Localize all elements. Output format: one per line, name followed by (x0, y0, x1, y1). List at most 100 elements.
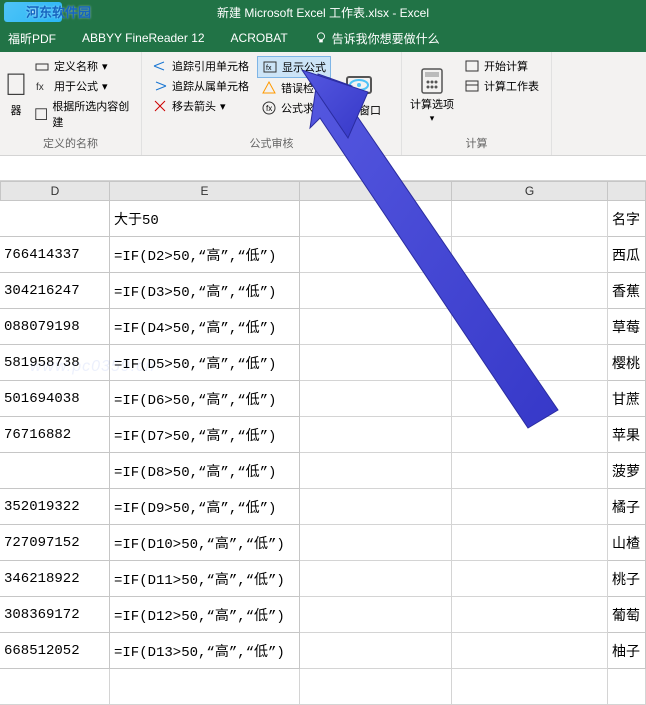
cell[interactable]: 308369172 (0, 597, 110, 633)
cell[interactable] (300, 417, 452, 453)
cell[interactable]: 088079198 (0, 309, 110, 345)
cell[interactable]: 桃子 (608, 561, 646, 597)
cell[interactable] (452, 417, 608, 453)
remove-arrows-button[interactable]: 移去箭头 ▾ (148, 96, 253, 116)
cell[interactable]: =IF(D11>50,“高”,“低”) (110, 561, 300, 597)
column-header-g[interactable]: G (452, 181, 608, 201)
calc-options-icon (416, 65, 448, 97)
cell[interactable] (300, 597, 452, 633)
cell[interactable] (452, 273, 608, 309)
tab-foxit-pdf[interactable]: 福昕PDF (8, 30, 56, 47)
cell[interactable] (0, 669, 110, 705)
cell[interactable] (452, 633, 608, 669)
watch-window-button[interactable]: 监视窗口 (335, 56, 383, 133)
cell[interactable]: =IF(D2>50,“高”,“低”) (110, 237, 300, 273)
cell[interactable]: 76716882 (0, 417, 110, 453)
cell[interactable] (452, 597, 608, 633)
cell[interactable]: 橘子 (608, 489, 646, 525)
calc-sheet-icon (464, 78, 480, 94)
column-header-e[interactable]: E (110, 181, 300, 201)
cell[interactable] (300, 345, 452, 381)
cell-header-name[interactable]: 名字 (608, 201, 646, 237)
ribbon-body: 器 定义名称 ▾ fx 用于公式 ▾ 根据所选内容创建 定义的名称 (0, 52, 646, 156)
cell[interactable]: 352019322 (0, 489, 110, 525)
calculation-options-button[interactable]: 计算选项 ▾ (408, 56, 456, 133)
cell[interactable]: =IF(D4>50,“高”,“低”) (110, 309, 300, 345)
tell-me-field[interactable]: 告诉我你想要做什么 (314, 30, 440, 47)
remove-arrows-label: 移去箭头 (172, 98, 216, 114)
cell[interactable] (300, 201, 452, 237)
cell[interactable]: 葡萄 (608, 597, 646, 633)
calculate-sheet-button[interactable]: 计算工作表 (460, 76, 543, 96)
cell[interactable]: 346218922 (0, 561, 110, 597)
create-from-selection-button[interactable]: 根据所选内容创建 (30, 96, 135, 132)
cell[interactable] (608, 669, 646, 705)
calculate-now-button[interactable]: 开始计算 (460, 56, 543, 76)
cell[interactable]: =IF(D10>50,“高”,“低”) (110, 525, 300, 561)
tab-abbyy[interactable]: ABBYY FineReader 12 (82, 31, 205, 45)
cell[interactable]: =IF(D3>50,“高”,“低”) (110, 273, 300, 309)
cell[interactable] (300, 309, 452, 345)
cell[interactable] (300, 273, 452, 309)
cell[interactable] (452, 201, 608, 237)
column-header-d[interactable]: D (0, 181, 110, 201)
cell[interactable] (452, 381, 608, 417)
cell[interactable] (300, 633, 452, 669)
cell[interactable]: 304216247 (0, 273, 110, 309)
cell[interactable]: 樱桃 (608, 345, 646, 381)
cell[interactable]: 苹果 (608, 417, 646, 453)
cell[interactable]: 柚子 (608, 633, 646, 669)
cell[interactable]: 727097152 (0, 525, 110, 561)
group-auditing-label: 公式审核 (148, 133, 395, 151)
cell[interactable] (300, 489, 452, 525)
column-header-h[interactable] (608, 181, 646, 201)
tab-acrobat[interactable]: ACROBAT (231, 31, 288, 45)
cell[interactable]: 菠萝 (608, 453, 646, 489)
cell[interactable]: 西瓜 (608, 237, 646, 273)
define-name-button[interactable]: 定义名称 ▾ (30, 56, 135, 76)
cell[interactable] (452, 345, 608, 381)
cell[interactable] (0, 453, 110, 489)
cell-header-gt50[interactable]: 大于50 (110, 201, 300, 237)
name-manager-button[interactable]: 器 (6, 56, 26, 133)
trace-dependents-label: 追踪从属单元格 (172, 78, 249, 94)
use-in-formula-button[interactable]: fx 用于公式 ▾ (30, 76, 135, 96)
cell[interactable]: =IF(D6>50,“高”,“低”) (110, 381, 300, 417)
cell[interactable] (300, 669, 452, 705)
cell[interactable]: 草莓 (608, 309, 646, 345)
trace-precedents-button[interactable]: 追踪引用单元格 (148, 56, 253, 76)
show-formulas-button[interactable]: fx 显示公式 (257, 56, 331, 78)
cell[interactable]: =IF(D9>50,“高”,“低”) (110, 489, 300, 525)
cell[interactable] (452, 489, 608, 525)
cell[interactable] (300, 381, 452, 417)
cell[interactable] (300, 561, 452, 597)
cell[interactable]: =IF(D8>50,“高”,“低”) (110, 453, 300, 489)
cell[interactable] (0, 201, 110, 237)
cell[interactable] (452, 561, 608, 597)
cell[interactable] (110, 669, 300, 705)
cell[interactable]: 山楂 (608, 525, 646, 561)
trace-dependents-button[interactable]: 追踪从属单元格 (148, 76, 253, 96)
cell[interactable]: 甘蔗 (608, 381, 646, 417)
cell[interactable]: =IF(D12>50,“高”,“低”) (110, 597, 300, 633)
cell[interactable]: 501694038 (0, 381, 110, 417)
cell[interactable] (300, 525, 452, 561)
table-row: 308369172=IF(D12>50,“高”,“低”) 葡萄 (0, 597, 646, 633)
cell[interactable] (452, 309, 608, 345)
error-checking-button[interactable]: 错误检查 (257, 78, 331, 98)
cell[interactable] (452, 669, 608, 705)
cell[interactable] (300, 237, 452, 273)
cell[interactable] (300, 453, 452, 489)
cell[interactable] (452, 237, 608, 273)
cell[interactable]: =IF(D13>50,“高”,“低”) (110, 633, 300, 669)
evaluate-formula-label: 公式求值 (281, 100, 325, 116)
cell[interactable] (452, 525, 608, 561)
cell[interactable] (452, 453, 608, 489)
cell[interactable]: 766414337 (0, 237, 110, 273)
evaluate-formula-button[interactable]: fx 公式求值 (257, 98, 331, 118)
cell[interactable]: 668512052 (0, 633, 110, 669)
cell[interactable]: =IF(D7>50,“高”,“低”) (110, 417, 300, 453)
table-row (0, 669, 646, 705)
cell[interactable]: 香蕉 (608, 273, 646, 309)
column-header-f[interactable]: F (300, 181, 452, 201)
